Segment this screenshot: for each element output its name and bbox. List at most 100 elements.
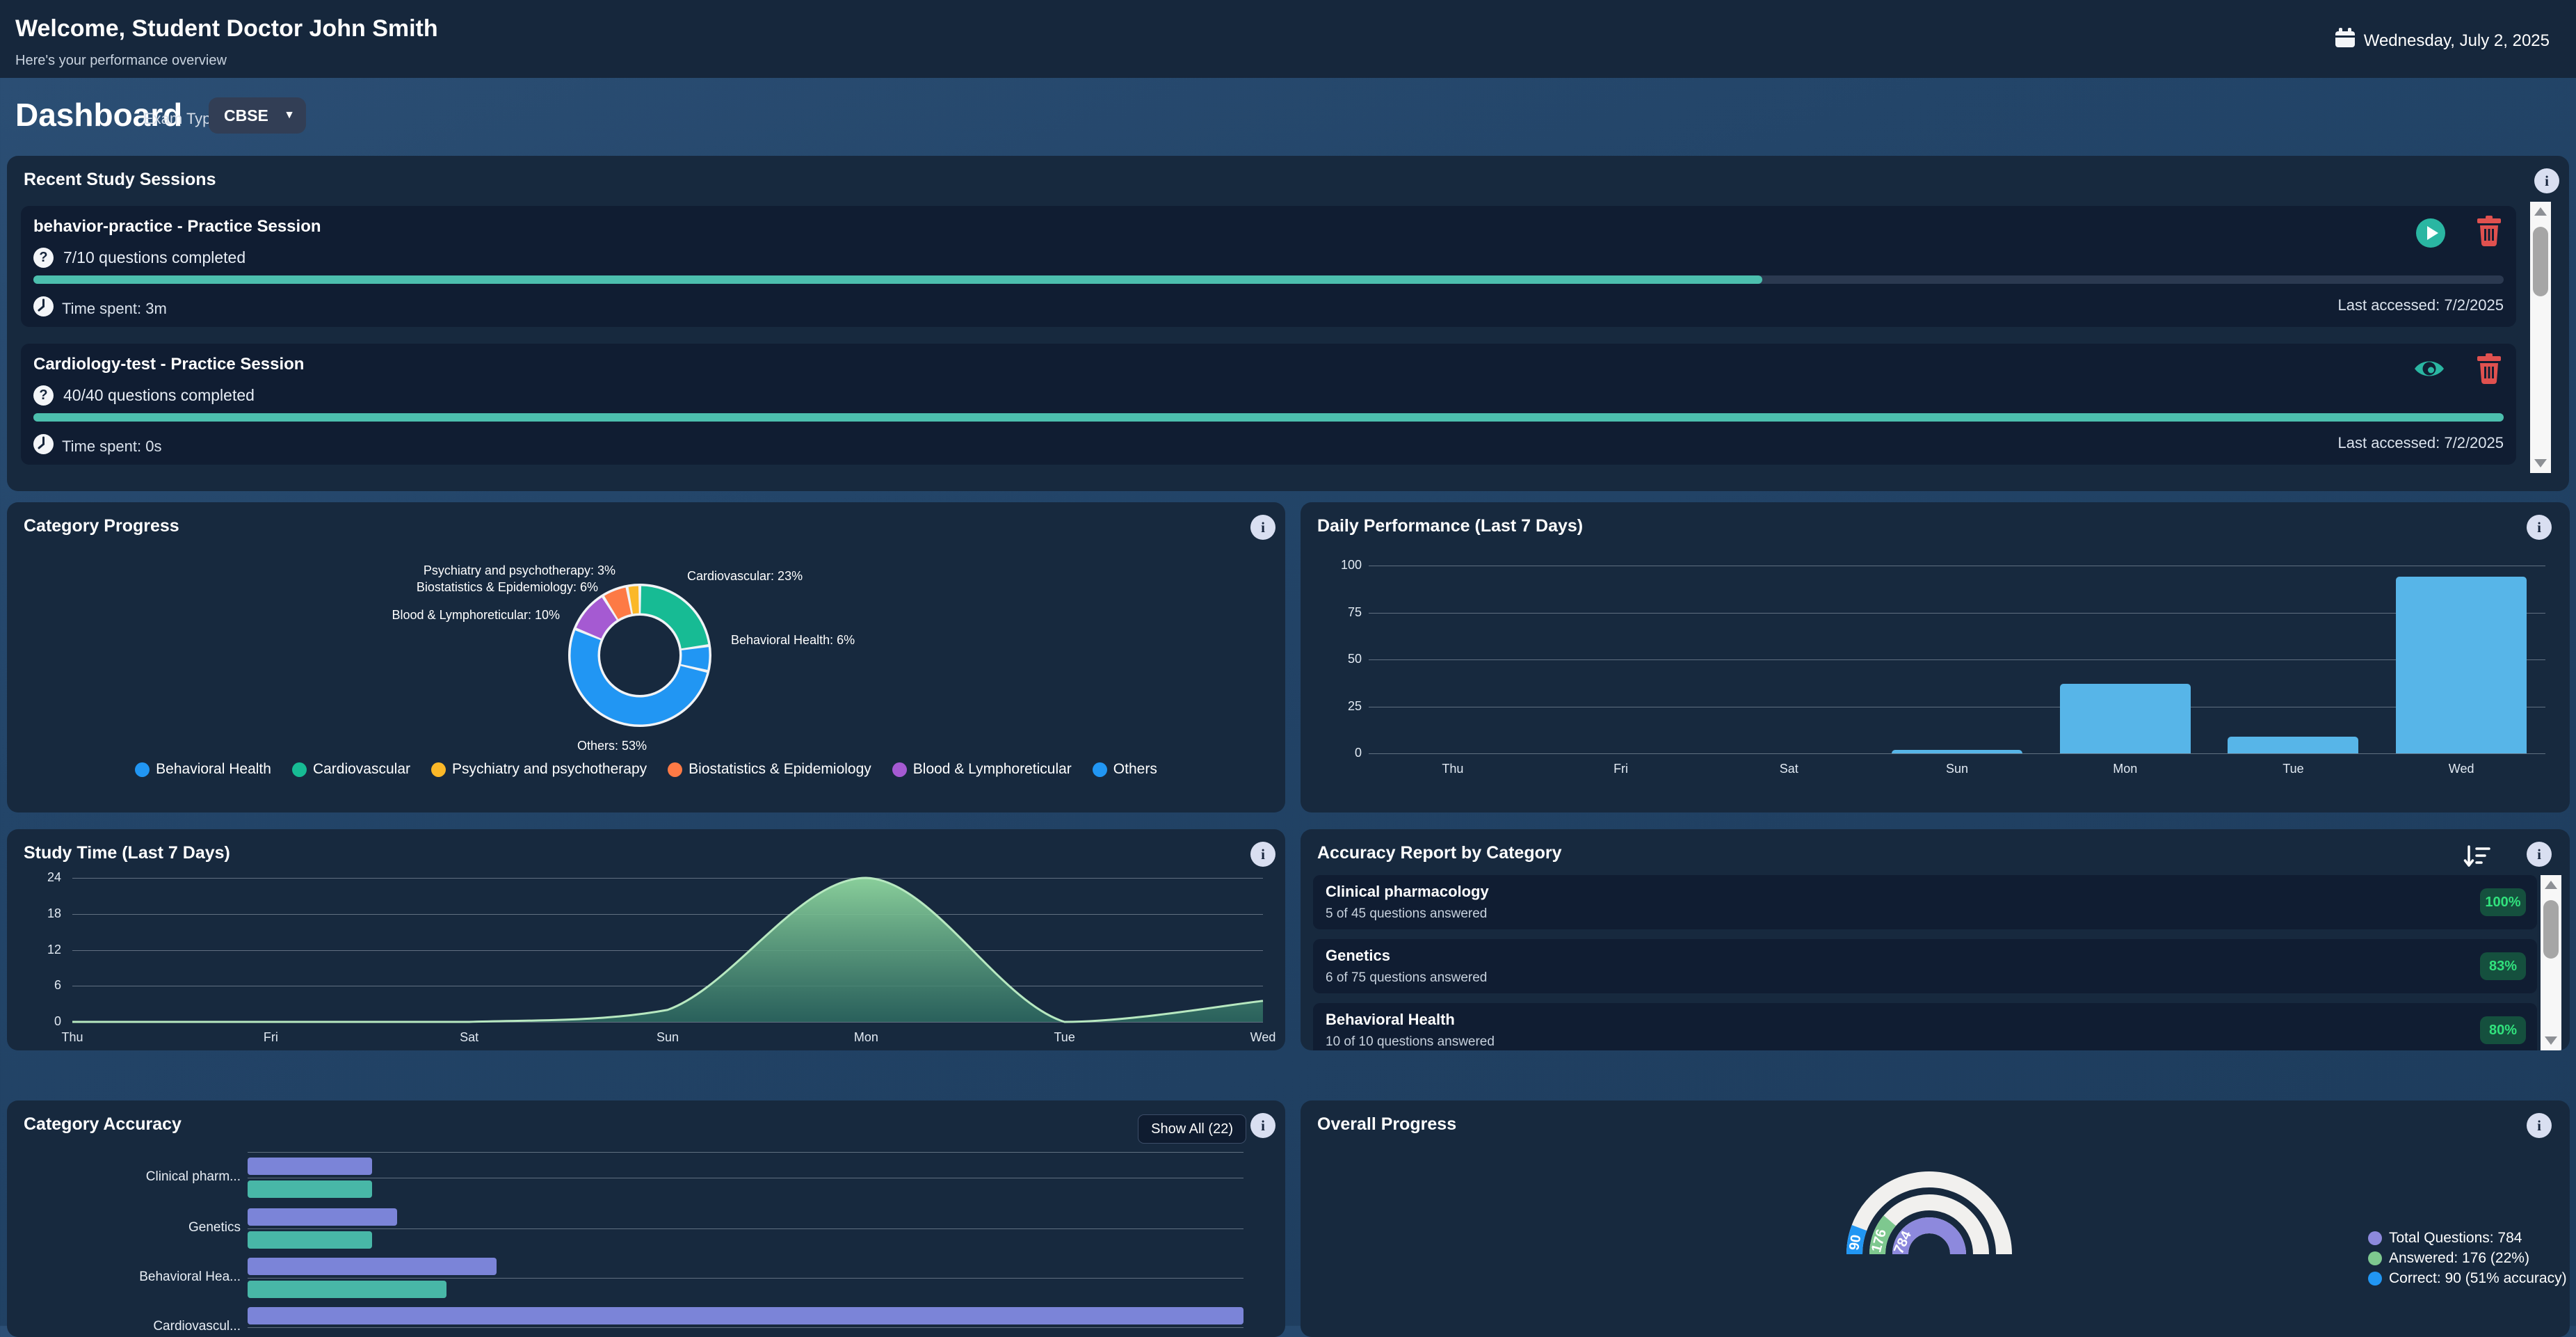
resume-session-button[interactable]: [2416, 218, 2445, 248]
category-name: Behavioral Health: [1326, 1011, 1455, 1029]
bar-correct[interactable]: [248, 1281, 446, 1298]
delete-session-button[interactable]: [2477, 353, 2501, 387]
category-accuracy-chart[interactable]: Clinical pharm...GeneticsBehavioral Hea.…: [7, 1100, 1285, 1337]
area-fill: [72, 878, 1263, 1022]
session-name: Cardiology-test - Practice Session: [33, 355, 304, 374]
category-accuracy-panel: Category Accuracy Show All (22) i Clinic…: [7, 1100, 1285, 1337]
x-tick-label: Thu: [1442, 762, 1463, 776]
scroll-thumb[interactable]: [2543, 900, 2559, 959]
view-session-button[interactable]: [2413, 357, 2445, 384]
accuracy-row[interactable]: Behavioral Health 10 of 10 questions ans…: [1313, 1003, 2537, 1050]
legend-label: Cardiovascular: [313, 761, 410, 778]
donut-segment[interactable]: [611, 601, 629, 608]
daily-performance-panel: Daily Performance (Last 7 Days) i 025507…: [1301, 502, 2570, 812]
clock-icon: [33, 296, 54, 321]
scroll-up-icon[interactable]: [2541, 875, 2561, 895]
donut-label-behavioral: Behavioral Health: 6%: [731, 633, 855, 648]
legend-dot: [2368, 1231, 2382, 1245]
exam-type-select[interactable]: CBSE ▼: [209, 97, 306, 134]
donut-segment[interactable]: [694, 649, 695, 667]
scroll-down-icon[interactable]: [2541, 1031, 2561, 1050]
legend-item: Answered: 176 (22%): [2368, 1250, 2567, 1267]
questions-text: 7/10 questions completed: [63, 248, 245, 267]
session-progress-fill: [33, 413, 2504, 422]
questions-completed: ? 7/10 questions completed: [33, 248, 245, 268]
legend-label: Psychiatry and psychotherapy: [452, 761, 647, 778]
session-card: Cardiology-test - Practice Session: [21, 344, 2516, 465]
accuracy-report-title: Accuracy Report by Category: [1317, 843, 1562, 863]
gridline: [1369, 659, 2545, 660]
study-time-chart[interactable]: 06121824ThuFriSatSunMonTueWed: [7, 829, 1285, 1050]
info-icon[interactable]: i: [2527, 842, 2552, 867]
legend-label: Correct: 90 (51% accuracy): [2389, 1270, 2567, 1287]
scroll-up-icon[interactable]: [2530, 202, 2551, 221]
overall-progress-gauge[interactable]: 90176784: [1301, 1100, 2570, 1337]
donut-segment[interactable]: [641, 600, 695, 646]
legend-label: Others: [1113, 761, 1157, 778]
legend-label: Blood & Lymphoreticular: [913, 761, 1072, 778]
bar-answered[interactable]: [248, 1158, 372, 1175]
accuracy-scrollbar[interactable]: [2541, 875, 2561, 1050]
accuracy-row[interactable]: Clinical pharmacology 5 of 45 questions …: [1313, 875, 2537, 929]
session-card: behavior-practice - Practice Session ?: [21, 206, 2516, 327]
bar[interactable]: [2228, 737, 2358, 753]
gridline: [248, 1278, 1243, 1279]
bar-answered[interactable]: [248, 1208, 397, 1226]
gridline: [248, 1152, 1243, 1153]
legend-dot: [668, 762, 682, 777]
bar-correct[interactable]: [248, 1231, 372, 1249]
sort-descending-icon[interactable]: [2463, 844, 2492, 872]
gridline: [1369, 753, 2545, 754]
legend-item: Biostatistics & Epidemiology: [668, 761, 871, 778]
legend-label: Biostatistics & Epidemiology: [689, 761, 871, 778]
questions-text: 40/40 questions completed: [63, 386, 255, 405]
info-icon[interactable]: i: [2534, 168, 2559, 193]
legend-item: Psychiatry and psychotherapy: [431, 761, 647, 778]
x-tick-label: Tue: [2283, 762, 2303, 776]
bar[interactable]: [2396, 577, 2527, 753]
overall-progress-panel: Overall Progress i 90176784 Total Questi…: [1301, 1100, 2570, 1337]
time-spent: Time spent: 0s: [33, 434, 161, 458]
legend-item: Correct: 90 (51% accuracy): [2368, 1270, 2567, 1287]
sessions-scrollbar[interactable]: [2530, 202, 2551, 473]
session-name: behavior-practice - Practice Session: [33, 217, 321, 237]
bar[interactable]: [2060, 684, 2191, 753]
y-tick-label: 50: [1313, 652, 1362, 666]
questions-completed: ? 40/40 questions completed: [33, 385, 255, 406]
donut-label-others: Others: 53%: [577, 739, 647, 753]
exam-type-value: CBSE: [224, 106, 268, 125]
legend-dot: [2368, 1251, 2382, 1265]
donut-segment[interactable]: [589, 609, 609, 633]
bar-answered[interactable]: [248, 1258, 497, 1275]
scroll-down-icon[interactable]: [2530, 454, 2551, 473]
delete-session-button[interactable]: [2477, 216, 2501, 250]
legend-label: Answered: 176 (22%): [2389, 1250, 2529, 1267]
donut-label-biostat: Biostatistics & Epidemiology: 6%: [417, 580, 598, 595]
last-accessed: Last accessed: 7/2/2025: [2338, 296, 2504, 321]
category-label: Cardiovascul...: [35, 1319, 241, 1334]
daily-performance-chart[interactable]: 0255075100ThuFriSatSunMonTueWed: [1301, 502, 2570, 812]
accuracy-badge: 100%: [2480, 888, 2526, 916]
dashboard-page: Welcome, Student Doctor John Smith Here'…: [0, 0, 2576, 1326]
category-name: Genetics: [1326, 947, 1390, 965]
category-label: Genetics: [35, 1220, 241, 1235]
y-tick-label: 0: [1313, 746, 1362, 760]
accuracy-row[interactable]: Genetics 6 of 75 questions answered 83%: [1313, 939, 2537, 993]
scroll-thumb[interactable]: [2533, 227, 2548, 296]
chevron-down-icon: ▼: [284, 109, 295, 122]
gridline: [248, 1228, 1243, 1229]
welcome-subtitle: Here's your performance overview: [15, 53, 227, 69]
y-tick-label: 100: [1313, 558, 1362, 573]
accuracy-badge: 83%: [2480, 952, 2526, 980]
app-header: Welcome, Student Doctor John Smith Here'…: [0, 0, 2576, 78]
time-spent: Time spent: 3m: [33, 296, 167, 321]
x-tick-label: Sat: [1780, 762, 1798, 776]
area-line: [72, 878, 1263, 1022]
donut-legend: Behavioral HealthCardiovascularPsychiatr…: [7, 761, 1285, 778]
bar-correct[interactable]: [248, 1180, 372, 1198]
x-tick-label: Mon: [2113, 762, 2137, 776]
category-progress-panel: Category Progress i Psychiatry and psych…: [7, 502, 1285, 812]
bar[interactable]: [1892, 750, 2022, 753]
legend-dot: [892, 762, 907, 777]
bar-answered[interactable]: [248, 1307, 1243, 1324]
